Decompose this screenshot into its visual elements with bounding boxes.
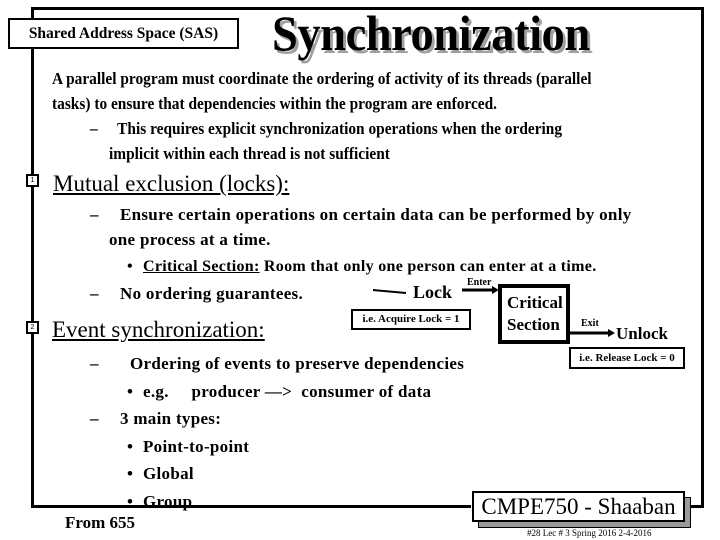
critical-section-line-2: Section <box>507 315 560 334</box>
event-types-text: 3 main types: <box>120 409 222 428</box>
event-example: • e.g. producer —> consumer of data <box>127 380 431 404</box>
event-point-text: Ordering of events to preserve dependenc… <box>130 354 465 373</box>
event-point-types: – 3 main types: <box>90 407 221 431</box>
bullet-marker: • <box>127 464 134 483</box>
critical-section-line-1: Critical <box>507 293 563 312</box>
dash-marker: – <box>90 409 99 428</box>
event-type-point-to-point: Point-to-point <box>143 437 250 456</box>
slide-meta: #28 Lec # 3 Spring 2016 2-4-2016 <box>527 528 652 538</box>
event-example-text: e.g. producer —> consumer of data <box>143 382 432 401</box>
event-heading: Event synchronization: <box>52 317 265 342</box>
event-type-item: • Point-to-point <box>127 435 249 459</box>
source-reference: From 655 <box>65 513 136 532</box>
lock-label: Lock <box>413 282 453 302</box>
section-number-badge: 2 <box>26 321 39 334</box>
unlock-label: Unlock <box>616 324 668 343</box>
course-label-box: CMPE750 - Shaaban <box>472 491 685 522</box>
acquire-lock-note: i.e. Acquire Lock = 1 <box>351 309 471 330</box>
lock-pointer-line <box>372 289 407 294</box>
bullet-marker: • <box>127 437 134 456</box>
dash-marker: – <box>90 354 99 373</box>
enter-label: Enter <box>467 277 492 288</box>
event-type-item: • Global <box>127 462 194 486</box>
event-type-group: Group <box>143 492 193 511</box>
event-type-item: • Group <box>127 490 192 514</box>
event-point-ordering: – Ordering of events to preserve dependen… <box>90 352 464 376</box>
critical-section-box: Critical Section <box>498 284 570 344</box>
exit-label: Exit <box>581 318 599 329</box>
event-type-global: Global <box>143 464 194 483</box>
lock-diagram-connectors <box>372 286 615 337</box>
exit-arrow-head <box>608 329 615 337</box>
bullet-marker: • <box>127 382 134 401</box>
bullet-marker: • <box>127 492 134 511</box>
release-lock-note: i.e. Release Lock = 0 <box>569 347 685 369</box>
